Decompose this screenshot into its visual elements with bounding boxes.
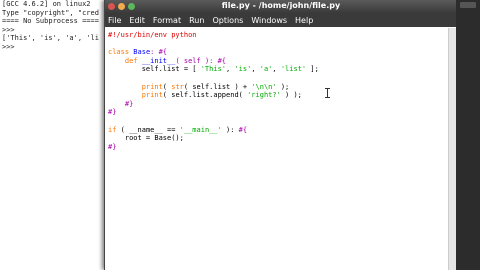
code-token: ( self.list ) + bbox=[183, 82, 252, 91]
code-token: ( self ): #{ bbox=[175, 56, 227, 65]
shell-line: >>> bbox=[2, 42, 19, 51]
shell-line: ==== No Subprocess ==== bbox=[2, 17, 99, 25]
code-token: ) ); bbox=[280, 91, 302, 100]
shell-line: [GCC 4.6.2] on linux2 bbox=[2, 0, 91, 8]
menu-edit[interactable]: Edit bbox=[129, 16, 145, 25]
code-token: ]; bbox=[306, 65, 319, 74]
code-token: self.list = [ bbox=[108, 65, 201, 74]
menu-bar: File Edit Format Run Options Windows Hel… bbox=[105, 13, 457, 27]
code-line: class Base: #{ bbox=[108, 48, 449, 57]
code-editor-text-area[interactable]: #!/usr/bin/env python class Base: #{ def … bbox=[105, 30, 449, 270]
code-token: , bbox=[251, 65, 260, 74]
shell-line: ['This', 'is', 'a', 'li bbox=[2, 34, 99, 42]
code-token: Base bbox=[133, 48, 151, 57]
code-token: #{ bbox=[238, 125, 248, 134]
code-line: if ( __name__ == '__main__' ): #{ bbox=[108, 126, 449, 135]
code-token: ): bbox=[221, 125, 239, 134]
code-line: print( self.list.append( 'right?' ) ); bbox=[108, 91, 449, 100]
code-line: #} bbox=[108, 100, 449, 109]
code-line: #!/usr/bin/env python bbox=[108, 31, 449, 40]
code-token: 'right?' bbox=[247, 91, 281, 100]
shell-line: Type "copyright", "cred bbox=[2, 8, 99, 17]
code-token: ( self.list.append( bbox=[162, 91, 248, 100]
menu-help[interactable]: Help bbox=[295, 16, 313, 25]
code-token: 'list' bbox=[280, 65, 307, 74]
code-token: 'This' bbox=[200, 65, 227, 74]
menu-file[interactable]: File bbox=[108, 16, 121, 25]
code-line: self.list = [ 'This', 'is', 'a', 'list' … bbox=[108, 65, 449, 74]
code-token: #} bbox=[108, 99, 134, 108]
title-bar: file.py - /home/john/file.py bbox=[105, 0, 457, 13]
code-token: '__main__' bbox=[179, 125, 222, 134]
code-token: ( bbox=[162, 82, 172, 91]
menu-options[interactable]: Options bbox=[212, 16, 243, 25]
editor-window[interactable]: file.py - /home/john/file.py File Edit F… bbox=[104, 0, 457, 270]
code-token: root = Base(); bbox=[108, 134, 184, 143]
code-token: #} bbox=[108, 108, 117, 117]
code-token: '\n\n' bbox=[251, 82, 277, 91]
menu-run[interactable]: Run bbox=[189, 16, 204, 25]
code-token: 'a' bbox=[259, 65, 273, 74]
mouse-text-cursor-icon bbox=[325, 88, 330, 98]
code-line: root = Base(); bbox=[108, 134, 449, 143]
window-title: file.py - /home/john/file.py bbox=[221, 1, 341, 10]
menu-windows[interactable]: Windows bbox=[251, 16, 287, 25]
code-token: 'is' bbox=[234, 65, 252, 74]
python-shell-window[interactable]: [GCC 4.6.2] on linux2 Type "copyright", "… bbox=[0, 0, 104, 270]
code-token: def bbox=[124, 56, 142, 65]
code-token: : #{ bbox=[150, 48, 168, 57]
code-token: print bbox=[141, 91, 163, 100]
code-token: class bbox=[108, 48, 134, 57]
code-line: print( str( self.list ) + '\n\n' ); bbox=[108, 83, 449, 92]
code-token: ( __name__ == bbox=[116, 125, 180, 134]
desktop-panel bbox=[456, 0, 480, 270]
code-line: #} bbox=[108, 143, 449, 152]
code-line: def __init__( self ): #{ bbox=[108, 57, 449, 66]
panel-grip-icon bbox=[460, 2, 476, 8]
code-token: print bbox=[141, 82, 163, 91]
code-token: str bbox=[171, 82, 184, 91]
code-line: #} bbox=[108, 108, 449, 117]
code-token: __init__ bbox=[141, 56, 176, 65]
menu-format[interactable]: Format bbox=[153, 16, 181, 25]
code-token: , bbox=[272, 65, 281, 74]
code-token: ); bbox=[276, 82, 290, 91]
code-token: #} bbox=[108, 142, 117, 151]
shell-line: >>> bbox=[2, 25, 19, 34]
shell-output: [GCC 4.6.2] on linux2 Type "copyright", "… bbox=[0, 0, 104, 51]
code-token: #!/usr/bin/env python bbox=[108, 31, 197, 39]
